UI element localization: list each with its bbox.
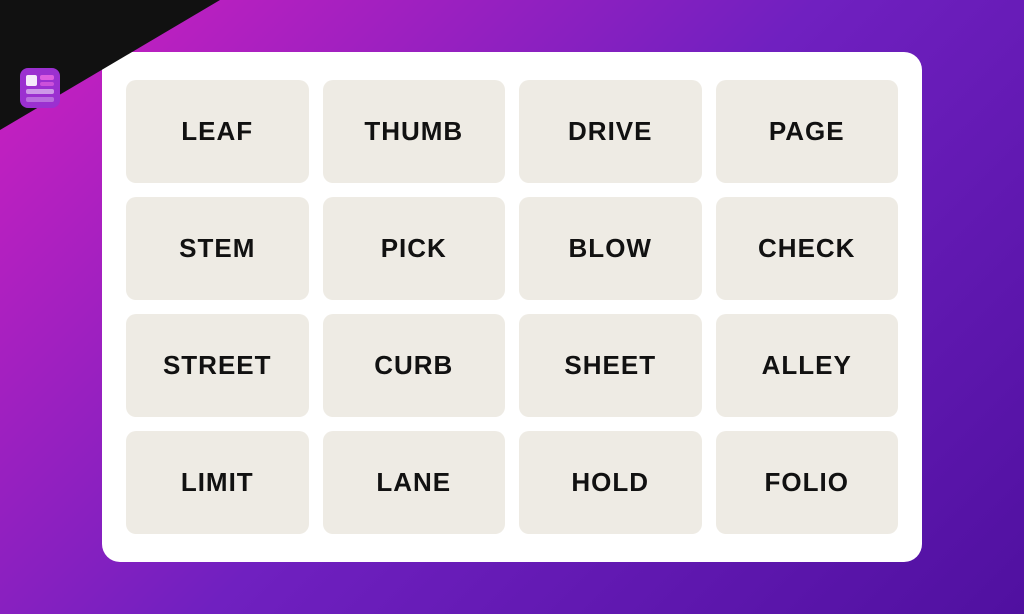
tile-pick[interactable]: PICK [323, 197, 506, 300]
tile-page[interactable]: PAGE [716, 80, 899, 183]
tile-drive[interactable]: DRIVE [519, 80, 702, 183]
app-icon [20, 68, 60, 108]
tile-limit[interactable]: LIMIT [126, 431, 309, 534]
tile-sheet[interactable]: SHEET [519, 314, 702, 417]
tile-stem[interactable]: STEM [126, 197, 309, 300]
tile-blow[interactable]: BLOW [519, 197, 702, 300]
tile-alley[interactable]: ALLEY [716, 314, 899, 417]
tile-thumb[interactable]: THUMB [323, 80, 506, 183]
tile-curb[interactable]: CURB [323, 314, 506, 417]
tile-leaf[interactable]: LEAF [126, 80, 309, 183]
grid-row-4: LIMIT LANE HOLD FOLIO [126, 431, 898, 534]
tile-check[interactable]: CHECK [716, 197, 899, 300]
tile-lane[interactable]: LANE [323, 431, 506, 534]
tile-hold[interactable]: HOLD [519, 431, 702, 534]
word-grid-card: LEAF THUMB DRIVE PAGE STEM PICK BLOW CHE… [102, 52, 922, 562]
grid-row-1: LEAF THUMB DRIVE PAGE [126, 80, 898, 183]
tile-folio[interactable]: FOLIO [716, 431, 899, 534]
grid-row-3: STREET CURB SHEET ALLEY [126, 314, 898, 417]
tile-street[interactable]: STREET [126, 314, 309, 417]
grid-row-2: STEM PICK BLOW CHECK [126, 197, 898, 300]
